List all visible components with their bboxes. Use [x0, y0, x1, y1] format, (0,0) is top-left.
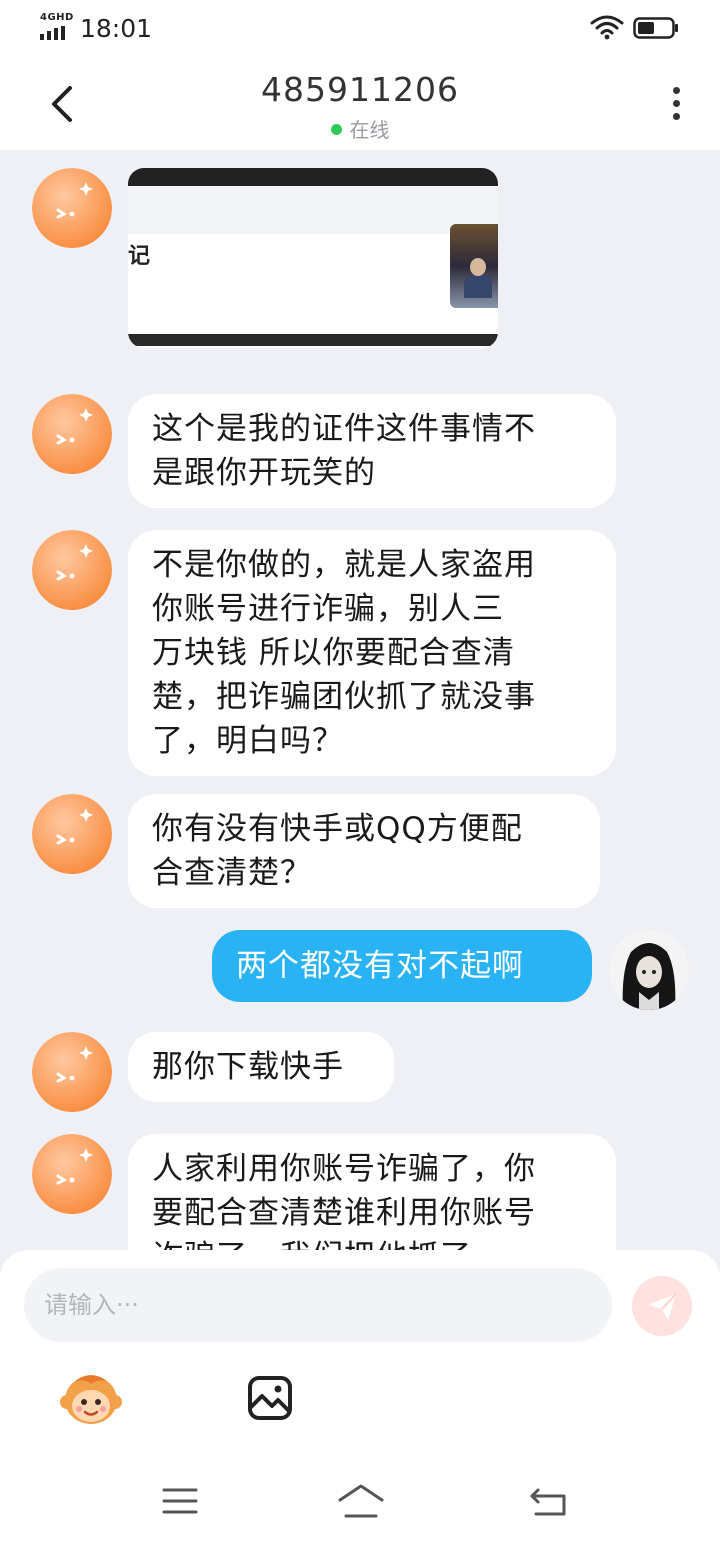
outgoing-message[interactable]: 两个都没有对不起啊 [212, 930, 592, 1002]
image-icon[interactable] [246, 1374, 294, 1422]
return-icon[interactable] [528, 1486, 568, 1518]
status-bar: 4GHD 18:01 [0, 0, 720, 56]
online-status-label: 在线 [349, 118, 390, 142]
home-icon[interactable] [336, 1482, 386, 1520]
message-input[interactable] [24, 1268, 612, 1342]
paper-plane-icon[interactable] [632, 1276, 692, 1336]
system-nav-bar [0, 1460, 720, 1544]
clock: 18:01 [80, 14, 153, 43]
message-list[interactable]: 记 这个是我的证件这件事情不 是跟你开玩笑的不是你做的，就是人家盗用 你账号进行… [0, 150, 720, 1250]
contact-avatar[interactable] [32, 794, 112, 874]
contact-avatar[interactable] [32, 530, 112, 610]
more-vertical-icon[interactable] [664, 84, 688, 124]
contact-avatar[interactable] [32, 168, 112, 248]
chat-header: 485911206 在线 [0, 56, 720, 150]
id-photo [450, 224, 498, 308]
contact-avatar[interactable] [32, 394, 112, 474]
contact-avatar[interactable] [32, 1032, 112, 1112]
chat-title: 485911206 [261, 70, 459, 109]
incoming-message[interactable]: 你有没有快手或QQ方便配 合查清楚？ [128, 794, 600, 908]
my-avatar[interactable] [609, 930, 689, 1010]
contact-avatar[interactable] [32, 1134, 112, 1214]
wifi-icon [590, 15, 624, 40]
monkey-emoji-icon[interactable] [60, 1370, 122, 1426]
incoming-message[interactable]: 不是你做的，就是人家盗用 你账号进行诈骗，别人三 万块钱 所以你要配合查清 楚，… [128, 530, 616, 776]
incoming-message[interactable]: 那你下载快手 [128, 1032, 394, 1102]
signal-icon [40, 26, 65, 40]
battery-icon [633, 17, 678, 39]
image-message-text: 记 [128, 244, 151, 269]
menu-icon[interactable] [162, 1486, 198, 1516]
online-dot-icon [330, 124, 342, 135]
incoming-message[interactable]: 这个是我的证件这件事情不 是跟你开玩笑的 [128, 394, 616, 508]
incoming-message[interactable]: 人家利用你账号诈骗了，你 要配合查清楚谁利用你账号 诈骗了，我们把他抓了 [128, 1134, 616, 1250]
network-type: 4GHD [40, 12, 74, 23]
image-message[interactable]: 记 [128, 168, 498, 348]
online-status: 在线 [0, 114, 720, 143]
